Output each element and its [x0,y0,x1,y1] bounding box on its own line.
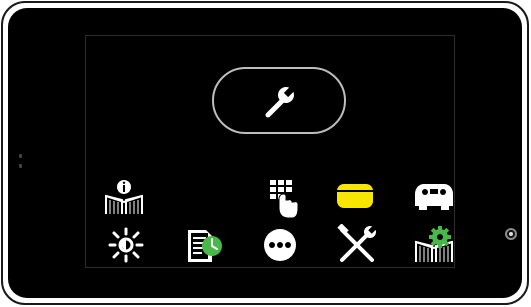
document-clock-icon [188,230,222,262]
user-manual-button[interactable] [102,176,146,220]
info-book-icon [105,180,143,214]
tools-button[interactable] [336,224,380,268]
scanner-button[interactable] [412,176,456,220]
brightness-icon [108,227,144,263]
more-icon [264,229,296,261]
log-button[interactable] [182,224,226,268]
scanner-icon [415,184,453,210]
home-button[interactable] [505,228,517,240]
keypad-button[interactable] [262,176,306,220]
manual-settings-icon [415,226,453,262]
wrench-icon [265,83,298,118]
manual-settings-button[interactable] [412,224,456,268]
tools-icon [337,224,380,262]
service-button[interactable] [212,67,346,134]
side-button-upper [19,154,22,158]
side-button-lower [19,164,22,168]
brightness-button[interactable] [104,224,148,268]
card-reader-button[interactable] [334,176,378,220]
more-button[interactable] [258,224,302,268]
card-reader-icon [337,184,373,208]
keypad-touch-icon [270,180,299,219]
